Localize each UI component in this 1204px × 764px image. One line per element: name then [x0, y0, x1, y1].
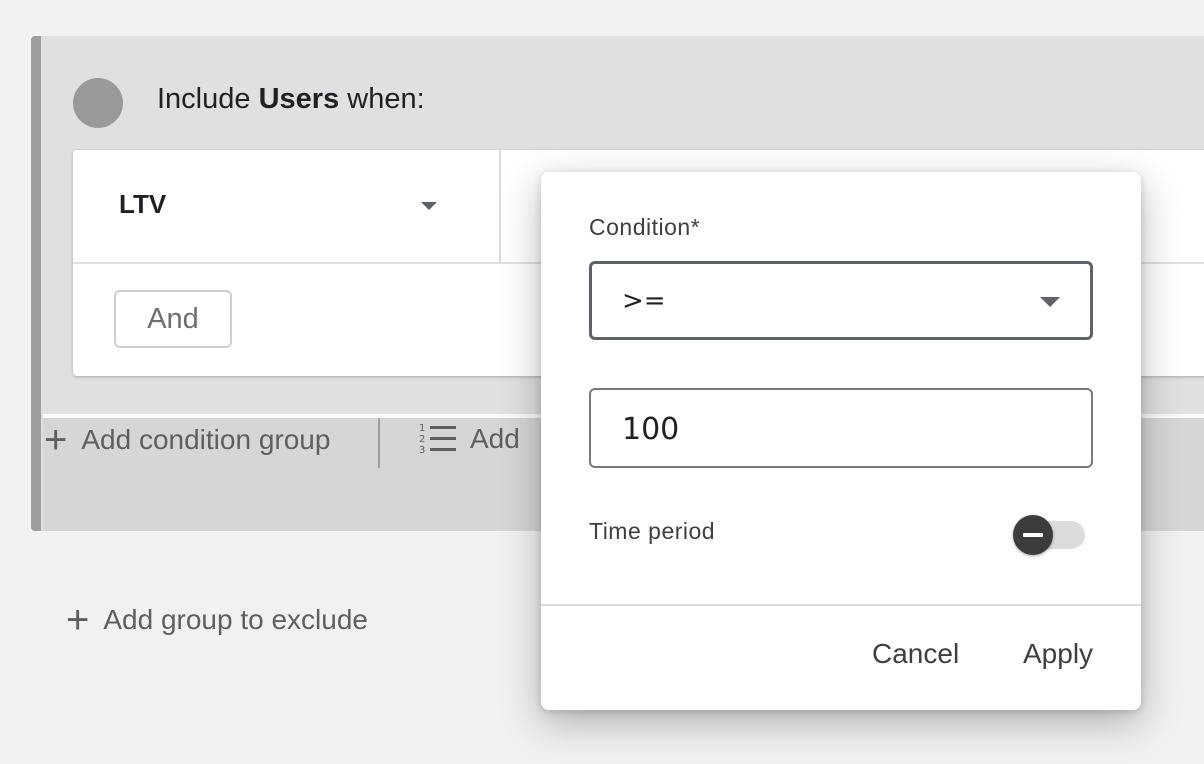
add-condition-group-button[interactable]: + Add condition group	[44, 420, 330, 460]
condition-select[interactable]: >=	[589, 261, 1093, 340]
add-sequence-button[interactable]: 1 2 3 Add	[418, 422, 520, 456]
popup-divider	[541, 604, 1141, 606]
footer-divider	[378, 418, 380, 468]
plus-icon: +	[44, 418, 68, 462]
group-title-scope[interactable]: Users	[259, 83, 340, 115]
chevron-down-icon	[1040, 297, 1060, 307]
add-condition-group-label: Add condition group	[81, 424, 331, 455]
cancel-button[interactable]: Cancel	[872, 638, 959, 670]
group-indicator-dot	[73, 78, 123, 128]
svg-text:1: 1	[419, 423, 425, 434]
condition-label: Condition*	[589, 214, 701, 240]
time-period-label: Time period	[589, 518, 716, 544]
group-stripe	[31, 36, 41, 531]
add-sequence-label: Add	[470, 423, 520, 454]
group-title-prefix: Include	[157, 83, 251, 115]
dimension-label: LTV	[119, 189, 167, 219]
chevron-down-icon	[421, 202, 437, 210]
svg-text:2: 2	[419, 434, 425, 445]
group-title: Include Users when:	[157, 83, 425, 116]
dimension-select[interactable]: LTV	[73, 150, 501, 262]
add-group-to-exclude-button[interactable]: + Add group to exclude	[66, 600, 368, 640]
and-button[interactable]: And	[114, 290, 232, 348]
condition-value: >=	[622, 286, 666, 316]
apply-button[interactable]: Apply	[1023, 638, 1093, 670]
value-input[interactable]: 100	[589, 388, 1093, 468]
group-title-suffix: when:	[347, 83, 425, 115]
add-group-to-exclude-label: Add group to exclude	[103, 604, 368, 635]
time-period-toggle[interactable]	[1013, 515, 1085, 555]
svg-text:3: 3	[419, 445, 425, 456]
plus-icon: +	[66, 598, 90, 642]
numbered-list-icon: 1 2 3	[419, 423, 456, 456]
toggle-knob-icon	[1013, 515, 1053, 555]
condition-popup: Condition* >= 100 Time period Cancel App…	[541, 172, 1141, 710]
value-input-text: 100	[622, 412, 680, 447]
